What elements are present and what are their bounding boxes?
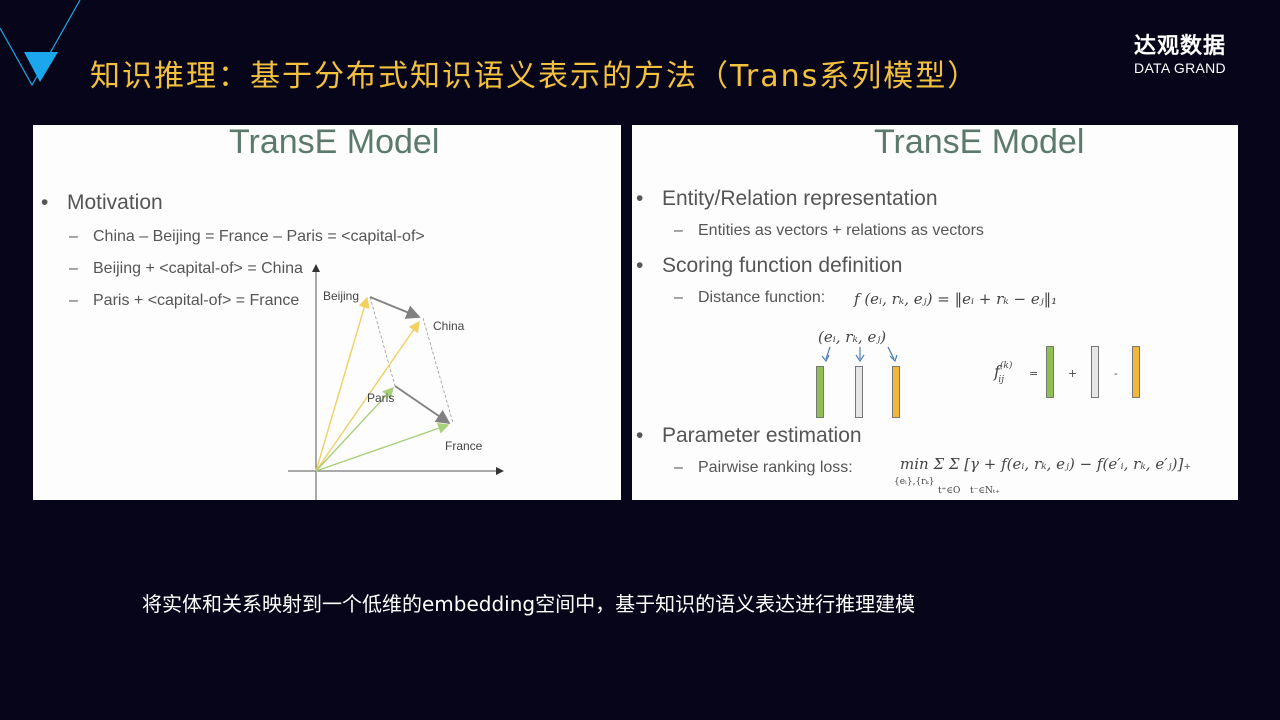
fij-sup: (k): [999, 361, 1013, 371]
sub-item: – Pairwise ranking loss:: [674, 459, 853, 477]
left-slide-title: TransE Model: [229, 125, 440, 161]
distance-function-formula: f (eᵢ, rₖ, eⱼ) = ‖eᵢ + rₖ − eⱼ‖₁: [854, 290, 1058, 308]
bullet-scoring-function: • Scoring function definition: [636, 254, 903, 278]
page-title: 知识推理：基于分布式知识语义表示的方法（Trans系列模型）: [90, 59, 980, 94]
vector-diagram: Beijing China Paris France: [288, 264, 504, 500]
label-france: France: [445, 439, 483, 453]
bullet-entity-relation: • Entity/Relation representation: [636, 187, 938, 211]
brand-logo: 达观数据 DATA GRAND: [1120, 34, 1240, 76]
sub-item-text: Beijing + <capital-of> = China: [93, 260, 303, 277]
ranking-loss-sum2-subscript: t⁻∈Nₜ₊: [970, 486, 1000, 496]
relation-vector-beijing-china: [369, 296, 421, 319]
dashed-line-beijing-paris: [369, 296, 396, 387]
brand-logo-cn: 达观数据: [1133, 34, 1226, 59]
left-slide-panel: TransE Model • Motivation – China – Beijin…: [33, 125, 621, 500]
fij-sub: ij: [998, 375, 1005, 385]
ranking-loss-formula: min Σ Σ [γ + f(eᵢ, rₖ, eⱼ) − f(e′ᵢ, rₖ, …: [900, 455, 1192, 473]
fij-label: f(k)ij: [994, 361, 1018, 385]
sub-item-text: Entities as vectors + relations as vecto…: [698, 222, 984, 239]
relation-vector-paris-france: [394, 385, 451, 425]
label-paris: Paris: [367, 391, 394, 405]
bullet-label: Parameter estimation: [662, 424, 862, 447]
label-china: China: [433, 319, 465, 333]
op-minus: -: [1114, 367, 1118, 380]
sub-item-text: China – Beijing = France – Paris = <capi…: [93, 228, 425, 245]
triple-label: (eᵢ, rₖ, eⱼ): [818, 328, 887, 346]
bar-entity-head: [816, 366, 824, 418]
triple-arrows: [821, 346, 898, 363]
bullet-dot-icon: •: [41, 191, 49, 214]
sub-item: – Entities as vectors + relations as vect…: [674, 222, 984, 240]
bar-result-gray: [1091, 346, 1099, 398]
sub-item: – Paris + <capital-of> = France: [69, 292, 299, 310]
bullet-dot-icon: •: [636, 254, 644, 277]
bullet-dot-icon: •: [636, 187, 644, 210]
ranking-loss-min-subscript: {eᵢ},{rₖ}: [894, 477, 935, 487]
sub-item: – Beijing + <capital-of> = China: [69, 260, 303, 278]
dash-icon: –: [69, 292, 78, 309]
sub-item: – China – Beijing = France – Paris = <cap…: [69, 228, 425, 246]
dash-icon: –: [674, 289, 683, 306]
dash-icon: –: [69, 228, 78, 245]
bar-entity-tail: [892, 366, 900, 418]
right-slide-panel: TransE Model • Entity/Relation representa…: [632, 125, 1238, 500]
sub-item-text: Distance function:: [698, 289, 826, 306]
vector-origin-france: [315, 422, 450, 472]
right-slide-title: TransE Model: [874, 125, 1085, 161]
bar-result-orange: [1132, 346, 1140, 398]
ranking-loss-sum1-subscript: t⁺∈O: [938, 486, 961, 496]
bullet-dot-icon: •: [636, 424, 644, 447]
dash-icon: –: [69, 260, 78, 277]
brand-logo-en: DATA GRAND: [1134, 60, 1226, 76]
bar-result-green: [1046, 346, 1054, 398]
label-beijing: Beijing: [323, 289, 359, 303]
bullet-parameter-estimation: • Parameter estimation: [636, 424, 862, 448]
op-equals: =: [1029, 367, 1039, 380]
bullet-label: Motivation: [67, 191, 163, 214]
op-plus: +: [1068, 367, 1078, 380]
bullet-label: Entity/Relation representation: [662, 187, 938, 210]
sub-item: – Distance function:: [674, 289, 825, 307]
bullet-label: Scoring function definition: [662, 254, 903, 277]
dash-icon: –: [674, 459, 683, 476]
bullet-motivation: • Motivation: [41, 191, 163, 215]
sub-item-text: Paris + <capital-of> = France: [93, 292, 300, 309]
sub-item-text: Pairwise ranking loss:: [698, 459, 853, 476]
vector-origin-beijing: [315, 296, 370, 472]
corner-triangle-logo-icon: [0, 0, 81, 87]
bar-relation: [855, 366, 863, 418]
dash-icon: –: [674, 222, 683, 239]
caption-subtitle: 将实体和关系映射到一个低维的embedding空间中，基于知识的语义表达进行推理…: [142, 592, 916, 616]
